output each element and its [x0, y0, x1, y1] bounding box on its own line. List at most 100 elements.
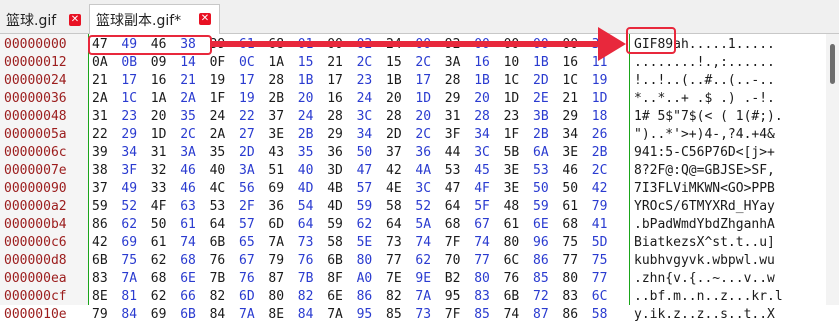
hex-byte[interactable]: 57 — [239, 216, 263, 234]
scroll-thumb[interactable] — [830, 44, 835, 84]
close-icon[interactable]: ✕ — [69, 13, 81, 26]
hex-byte[interactable]: 15 — [386, 54, 410, 72]
hex-byte[interactable]: 23 — [357, 72, 381, 90]
hex-byte[interactable]: 50 — [562, 180, 586, 198]
hex-byte[interactable]: 68 — [562, 216, 586, 234]
hex-byte[interactable]: 76 — [298, 252, 322, 270]
hex-byte[interactable]: B2 — [445, 270, 469, 288]
hex-byte[interactable]: 3B — [533, 108, 557, 126]
hex-byte[interactable]: 54 — [298, 198, 322, 216]
hex-byte[interactable]: 76 — [239, 270, 263, 288]
hex-byte[interactable]: 28 — [327, 108, 351, 126]
hex-byte[interactable]: 1C — [504, 72, 528, 90]
hex-byte[interactable]: 29 — [327, 126, 351, 144]
hex-byte[interactable]: 92 — [445, 36, 469, 54]
hex-byte[interactable]: 19 — [592, 72, 616, 90]
hex-byte[interactable]: 76 — [504, 270, 528, 288]
row-ascii[interactable]: ")..*'>+)4-,?4.+4& — [634, 126, 775, 144]
hex-byte[interactable]: 74 — [180, 234, 204, 252]
hex-byte[interactable]: 62 — [415, 252, 439, 270]
hex-byte[interactable]: 73 — [298, 234, 322, 252]
hex-byte[interactable]: 3C — [357, 108, 381, 126]
hex-byte[interactable]: 42 — [92, 234, 116, 252]
hex-byte[interactable]: 3E — [504, 180, 528, 198]
hex-byte[interactable]: 3C — [474, 144, 498, 162]
hex-byte[interactable]: 7A — [239, 306, 263, 324]
hex-byte[interactable]: 31 — [151, 144, 175, 162]
row-ascii[interactable]: 941:5-C56P76D<[j>+ — [634, 144, 775, 162]
hex-byte[interactable]: 7A — [415, 288, 439, 306]
hex-byte[interactable]: 18 — [592, 108, 616, 126]
hex-byte[interactable]: 35 — [210, 144, 234, 162]
hex-byte[interactable]: 69 — [121, 234, 145, 252]
hex-byte[interactable]: 34 — [474, 126, 498, 144]
hex-byte[interactable]: 24 — [386, 36, 410, 54]
row-ascii[interactable]: BiatkezsX^st.t..u] — [634, 234, 775, 252]
hex-byte[interactable]: 4B — [327, 180, 351, 198]
hex-byte[interactable]: 1B — [533, 54, 557, 72]
hex-byte[interactable]: 87 — [268, 270, 292, 288]
hex-byte[interactable]: 81 — [121, 288, 145, 306]
hex-byte[interactable]: 52 — [121, 198, 145, 216]
hex-byte[interactable]: 80 — [357, 252, 381, 270]
hex-byte[interactable]: 4D — [327, 198, 351, 216]
hex-byte[interactable]: 2E — [533, 90, 557, 108]
hex-byte[interactable]: 02 — [357, 36, 381, 54]
hex-byte[interactable]: 61 — [562, 198, 586, 216]
hex-byte[interactable]: 3C — [415, 180, 439, 198]
hex-byte[interactable]: 00 — [474, 36, 498, 54]
hex-byte[interactable]: 80 — [474, 270, 498, 288]
hex-byte[interactable]: 36 — [268, 198, 292, 216]
hex-byte[interactable]: 46 — [180, 180, 204, 198]
hex-byte[interactable]: 49 — [121, 180, 145, 198]
hex-byte[interactable]: 86 — [562, 306, 586, 324]
hex-byte[interactable]: 72 — [533, 288, 557, 306]
hex-byte[interactable]: 80 — [562, 270, 586, 288]
hex-byte[interactable]: 1A — [268, 54, 292, 72]
hex-byte[interactable]: 2A — [180, 90, 204, 108]
close-icon[interactable]: ✕ — [199, 12, 211, 25]
hex-byte[interactable]: 43 — [268, 144, 292, 162]
hex-byte[interactable]: 59 — [533, 198, 557, 216]
hex-byte[interactable]: 24 — [357, 90, 381, 108]
hex-byte[interactable]: 83 — [92, 270, 116, 288]
hex-byte[interactable]: 0F — [210, 54, 234, 72]
hex-byte[interactable]: 35 — [180, 108, 204, 126]
hex-byte[interactable]: 36 — [415, 144, 439, 162]
hex-byte[interactable]: 4C — [210, 180, 234, 198]
hex-byte[interactable]: 1D — [151, 126, 175, 144]
hex-byte[interactable]: 62 — [151, 252, 175, 270]
hex-byte[interactable]: 84 — [210, 306, 234, 324]
hex-byte[interactable]: 96 — [533, 234, 557, 252]
hex-byte[interactable]: 2C — [357, 54, 381, 72]
hex-editor[interactable]: 00000000 00000012 00000024 00000036 00000048… — [0, 34, 839, 322]
hex-byte[interactable]: 7A — [268, 234, 292, 252]
hex-byte[interactable]: 82 — [298, 288, 322, 306]
hex-byte[interactable]: 5E — [357, 234, 381, 252]
hex-byte[interactable]: 77 — [562, 252, 586, 270]
hex-byte[interactable]: 7B — [298, 270, 322, 288]
hex-byte[interactable]: 68 — [180, 252, 204, 270]
hex-byte[interactable]: 77 — [386, 252, 410, 270]
hex-byte[interactable]: 80 — [504, 234, 528, 252]
hex-byte[interactable]: 17 — [239, 72, 263, 90]
hex-byte-area[interactable]: 47 49 46 38 39 61 68 01 00 02 24 00 92 00 00 00 00 34 0A 0B… — [90, 34, 628, 322]
hex-byte[interactable]: 6B — [92, 252, 116, 270]
hex-byte[interactable]: 68 — [268, 36, 292, 54]
hex-byte[interactable]: 2B — [592, 144, 616, 162]
hex-byte[interactable]: 75 — [562, 234, 586, 252]
hex-byte[interactable]: 70 — [445, 252, 469, 270]
hex-byte[interactable]: 73 — [415, 306, 439, 324]
hex-byte[interactable]: 67 — [474, 216, 498, 234]
hex-byte[interactable]: 33 — [151, 180, 175, 198]
hex-byte[interactable]: 6D — [268, 216, 292, 234]
hex-byte[interactable]: 95 — [357, 306, 381, 324]
hex-byte[interactable]: 10 — [504, 54, 528, 72]
hex-byte[interactable]: 24 — [298, 108, 322, 126]
hex-byte[interactable]: 74 — [504, 306, 528, 324]
hex-byte[interactable]: 26 — [592, 126, 616, 144]
hex-byte[interactable]: 82 — [386, 288, 410, 306]
row-ascii[interactable]: *..*..+ .$ .) .-!. — [634, 90, 775, 108]
hex-byte[interactable]: 34 — [592, 36, 616, 54]
hex-byte[interactable]: 58 — [592, 306, 616, 324]
